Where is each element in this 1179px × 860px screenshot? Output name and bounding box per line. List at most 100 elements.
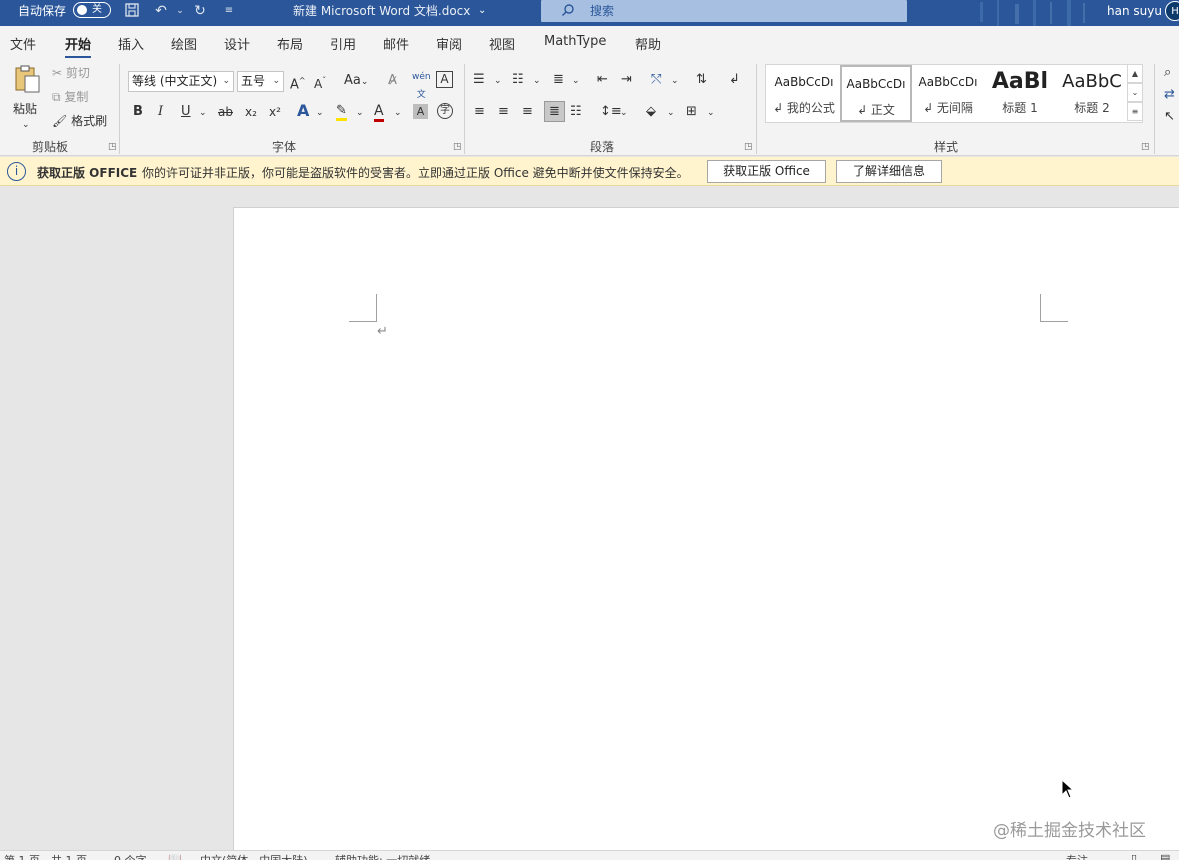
tab-file[interactable]: 文件 bbox=[10, 34, 36, 53]
text-effects-dropdown-icon[interactable]: ⌄ bbox=[316, 104, 324, 122]
replace-icon[interactable]: ⇄ bbox=[1164, 86, 1175, 104]
phonetic-guide-icon[interactable]: wén 文 bbox=[412, 68, 431, 104]
undo-dropdown-icon[interactable]: ⌄ bbox=[170, 2, 190, 20]
find-icon[interactable]: ⌕ bbox=[1164, 64, 1171, 82]
font-launcher-icon[interactable]: ◳ bbox=[453, 142, 462, 152]
underline-icon[interactable]: U bbox=[181, 103, 191, 121]
save-icon[interactable] bbox=[122, 2, 142, 20]
tab-view[interactable]: 视图 bbox=[489, 34, 515, 53]
multilevel-dropdown-icon[interactable]: ⌄ bbox=[572, 72, 580, 90]
copy-button[interactable]: ⧉ 复制 bbox=[52, 88, 88, 106]
accessibility-status[interactable]: 辅助功能: 一切就绪 bbox=[335, 852, 430, 860]
shrink-font-icon[interactable]: Aˇ bbox=[314, 72, 326, 93]
align-right-icon[interactable]: ≡ bbox=[522, 103, 533, 121]
numbering-icon[interactable]: ☷ bbox=[512, 71, 524, 89]
undo-icon[interactable]: ↶ bbox=[151, 2, 171, 20]
subscript-icon[interactable]: x₂ bbox=[245, 103, 257, 121]
tab-references[interactable]: 引用 bbox=[330, 34, 356, 53]
format-painter-button[interactable]: 🖌 格式刷 bbox=[52, 112, 107, 130]
numbering-dropdown-icon[interactable]: ⌄ bbox=[533, 72, 541, 90]
decrease-indent-icon[interactable]: ⇤ bbox=[597, 71, 608, 89]
styles-scroll-up-icon[interactable]: ▲ bbox=[1127, 64, 1143, 83]
line-spacing-dropdown-icon[interactable]: ⌄ bbox=[620, 104, 628, 122]
bullets-icon[interactable]: ☰ bbox=[473, 71, 485, 89]
paste-dropdown-icon[interactable]: ⌄ bbox=[22, 116, 30, 134]
enclose-characters-icon[interactable]: 字 bbox=[437, 103, 453, 119]
tab-layout[interactable]: 布局 bbox=[277, 34, 303, 53]
paste-button[interactable]: 粘贴 ⌄ bbox=[10, 64, 44, 130]
align-left-icon[interactable]: ≡ bbox=[474, 103, 485, 121]
bold-icon[interactable]: B bbox=[133, 103, 143, 121]
multilevel-list-icon[interactable]: ≣ bbox=[553, 71, 564, 89]
font-color-dropdown-icon[interactable]: ⌄ bbox=[394, 104, 402, 122]
grow-font-icon[interactable]: A^ bbox=[290, 72, 306, 94]
increase-indent-icon[interactable]: ⇥ bbox=[621, 71, 632, 89]
autosave-toggle[interactable]: 关 bbox=[73, 2, 111, 18]
language-status[interactable]: 中文(简体，中国大陆) bbox=[200, 852, 308, 860]
change-case-icon[interactable]: Aa⌄ bbox=[344, 72, 368, 91]
highlight-dropdown-icon[interactable]: ⌄ bbox=[356, 104, 364, 122]
cut-button[interactable]: ✂ 剪切 bbox=[52, 64, 90, 82]
highlight-icon[interactable]: ✎ bbox=[336, 102, 347, 121]
justify-icon[interactable]: ≣ bbox=[544, 101, 565, 122]
title-dropdown-icon[interactable]: ⌄ bbox=[478, 0, 486, 22]
distributed-icon[interactable]: ☷ bbox=[570, 103, 582, 121]
tab-mailings[interactable]: 邮件 bbox=[383, 34, 409, 53]
tab-design[interactable]: 设计 bbox=[224, 34, 250, 53]
select-icon[interactable]: ↖ bbox=[1164, 108, 1175, 126]
style-heading-2[interactable]: AaBbC 标题 2 bbox=[1056, 65, 1128, 122]
tab-review[interactable]: 审阅 bbox=[436, 34, 462, 53]
get-genuine-office-button[interactable]: 获取正版 Office bbox=[707, 160, 826, 183]
document-title[interactable]: 新建 Microsoft Word 文档.docx bbox=[293, 0, 470, 22]
document-page[interactable]: ↵ bbox=[233, 207, 1179, 850]
user-name[interactable]: han suyu bbox=[1107, 0, 1162, 22]
customize-toolbar-icon[interactable]: ≡ bbox=[219, 2, 239, 20]
styles-more-icon[interactable]: ≡ bbox=[1127, 102, 1143, 121]
search-box[interactable]: 搜索 bbox=[541, 0, 907, 22]
redo-icon[interactable]: ↻ bbox=[190, 2, 210, 20]
italic-icon[interactable]: I bbox=[158, 103, 163, 121]
paragraph-launcher-icon[interactable]: ◳ bbox=[744, 142, 753, 152]
tab-help[interactable]: 帮助 bbox=[635, 34, 661, 53]
borders-icon[interactable]: ⊞ bbox=[686, 103, 697, 121]
font-size-select[interactable]: 五号 ⌄ bbox=[237, 71, 284, 92]
line-spacing-icon[interactable]: ↕≡ bbox=[600, 103, 622, 121]
styles-launcher-icon[interactable]: ◳ bbox=[1141, 142, 1150, 152]
chinese-layout-icon[interactable]: ⤲ bbox=[651, 71, 661, 89]
tab-insert[interactable]: 插入 bbox=[118, 34, 144, 53]
font-color-icon[interactable]: A bbox=[374, 102, 384, 122]
style-normal[interactable]: AaBbCcDı ↲ 正文 bbox=[840, 65, 912, 122]
proofing-icon[interactable]: 📖 bbox=[168, 852, 182, 860]
strikethrough-icon[interactable]: ab bbox=[218, 103, 233, 121]
tab-mathtype[interactable]: MathType bbox=[544, 34, 606, 49]
shading-icon[interactable]: ⬙ bbox=[646, 103, 656, 121]
show-marks-icon[interactable]: ↲ bbox=[729, 71, 740, 89]
tab-home[interactable]: 开始 bbox=[65, 34, 92, 59]
styles-scroll-down-icon[interactable]: ⌄ bbox=[1127, 83, 1143, 102]
text-effects-icon[interactable]: A bbox=[297, 102, 309, 120]
character-shading-icon[interactable]: A bbox=[413, 104, 428, 119]
style-no-spacing[interactable]: AaBbCcDı ↲ 无间隔 bbox=[912, 65, 984, 122]
chinese-layout-dropdown-icon[interactable]: ⌄ bbox=[671, 72, 679, 90]
borders-dropdown-icon[interactable]: ⌄ bbox=[707, 104, 715, 122]
sort-icon[interactable]: ⇅ bbox=[696, 71, 707, 89]
learn-more-button[interactable]: 了解详细信息 bbox=[836, 160, 942, 183]
align-center-icon[interactable]: ≡ bbox=[498, 103, 509, 121]
bullets-dropdown-icon[interactable]: ⌄ bbox=[494, 72, 502, 90]
word-count[interactable]: 0 个字 bbox=[114, 852, 147, 860]
clipboard-launcher-icon[interactable]: ◳ bbox=[108, 142, 117, 152]
style-heading-1[interactable]: AaBl 标题 1 bbox=[984, 65, 1056, 122]
tab-draw[interactable]: 绘图 bbox=[171, 34, 197, 53]
shading-dropdown-icon[interactable]: ⌄ bbox=[667, 104, 675, 122]
avatar[interactable]: H bbox=[1165, 1, 1179, 21]
focus-button[interactable]: 专注 bbox=[1066, 852, 1088, 860]
superscript-icon[interactable]: x² bbox=[269, 103, 281, 121]
clear-formatting-icon[interactable]: A̷ bbox=[388, 72, 397, 90]
style-my-formula[interactable]: AaBbCcDı ↲ 我的公式 bbox=[768, 65, 840, 122]
print-layout-icon[interactable]: ▤ bbox=[1160, 852, 1170, 860]
character-border-icon[interactable]: A bbox=[436, 71, 453, 88]
read-mode-icon[interactable]: ▯ bbox=[1131, 852, 1137, 860]
font-name-select[interactable]: 等线 (中文正文) ⌄ bbox=[128, 71, 234, 92]
underline-dropdown-icon[interactable]: ⌄ bbox=[199, 104, 207, 122]
page-count[interactable]: 第 1 页，共 1 页 bbox=[4, 852, 87, 860]
